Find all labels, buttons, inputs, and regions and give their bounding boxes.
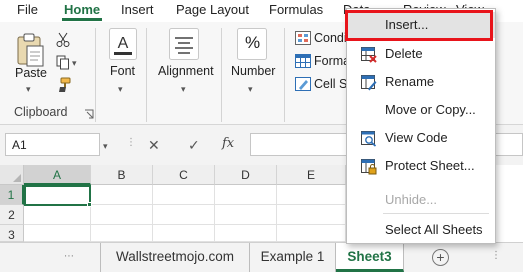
format-as-table-label[interactable]: Forma xyxy=(314,54,350,68)
formula-bar-grip-icon: ⋮ xyxy=(126,137,137,148)
svg-text:A: A xyxy=(118,35,129,52)
cell-c1[interactable] xyxy=(153,185,215,205)
cancel-entry-icon[interactable]: ✕ xyxy=(148,137,160,154)
enter-check-icon[interactable]: ✓ xyxy=(188,137,200,154)
insert-function-icon[interactable]: fx xyxy=(222,136,234,151)
cell-a3[interactable] xyxy=(24,225,91,242)
sheet-tab-bar: ⋯ Wallstreetmojo.com Example 1 Sheet3 + … xyxy=(0,242,523,272)
select-all-corner[interactable] xyxy=(0,165,24,185)
sheet-tab-sheet3[interactable]: Sheet3 xyxy=(336,243,404,272)
rename-sheet-icon xyxy=(360,74,377,91)
active-tab-indicator xyxy=(62,18,102,21)
sheet-tab-wallstreetmojo[interactable]: Wallstreetmojo.com xyxy=(100,243,250,272)
menu-item-view-code[interactable]: View Code xyxy=(347,125,495,151)
column-header-d[interactable]: D xyxy=(215,165,277,185)
delete-sheet-icon xyxy=(360,46,377,63)
new-sheet-plus-icon[interactable]: + xyxy=(432,249,449,266)
alignment-chevron-icon[interactable]: ▾ xyxy=(181,84,186,95)
row-header-3[interactable]: 3 xyxy=(0,225,24,242)
ribbon-separator xyxy=(95,28,96,122)
font-label[interactable]: Font xyxy=(110,64,135,78)
dialog-launcher-icon[interactable] xyxy=(84,107,94,122)
menu-item-move-copy[interactable]: Move or Copy... xyxy=(347,97,495,123)
copy-chevron-icon[interactable]: ▾ xyxy=(72,58,77,69)
menu-separator xyxy=(383,213,489,214)
format-painter-icon[interactable] xyxy=(55,77,71,96)
cell-d2[interactable] xyxy=(215,205,277,225)
active-cell-border xyxy=(24,185,91,206)
menu-item-rename-label: Rename xyxy=(385,74,435,89)
cell-a2[interactable] xyxy=(24,205,91,225)
view-code-icon xyxy=(360,130,377,147)
highlight-box xyxy=(345,10,493,41)
cell-c3[interactable] xyxy=(153,225,215,242)
row-header-1[interactable]: 1 xyxy=(0,185,24,205)
alignment-icon[interactable] xyxy=(169,28,199,63)
column-header-b[interactable]: B xyxy=(91,165,153,185)
tab-page-layout[interactable]: Page Layout xyxy=(176,2,249,17)
menu-item-move-copy-label: Move or Copy... xyxy=(385,102,476,117)
conditional-formatting-icon[interactable] xyxy=(295,31,311,48)
row-header-2[interactable]: 2 xyxy=(0,205,24,225)
cell-b1[interactable] xyxy=(91,185,153,205)
menu-item-protect-sheet-label: Protect Sheet... xyxy=(385,158,475,173)
paste-chevron-icon[interactable]: ▾ xyxy=(26,84,31,95)
fill-handle[interactable] xyxy=(87,202,92,207)
menu-item-select-all-sheets-label: Select All Sheets xyxy=(385,222,483,237)
font-chevron-icon[interactable]: ▾ xyxy=(118,84,123,95)
menu-item-protect-sheet[interactable]: Protect Sheet... xyxy=(347,153,495,179)
tab-formulas[interactable]: Formulas xyxy=(269,2,323,17)
sheet-tab-example-1[interactable]: Example 1 xyxy=(250,243,336,272)
menu-item-rename[interactable]: Rename xyxy=(347,69,495,95)
ribbon-separator xyxy=(284,28,285,122)
cell-d3[interactable] xyxy=(215,225,277,242)
select-all-triangle-icon xyxy=(13,174,21,182)
number-chevron-icon[interactable]: ▾ xyxy=(248,84,253,95)
name-box[interactable]: A1 xyxy=(5,133,100,156)
paste-label[interactable]: Paste xyxy=(15,66,47,80)
percent-symbol: % xyxy=(245,33,261,52)
protect-sheet-icon xyxy=(360,158,377,175)
column-header-c[interactable]: C xyxy=(153,165,215,185)
cell-e3[interactable] xyxy=(277,225,346,242)
tab-home[interactable]: Home xyxy=(64,2,100,17)
sheet-context-menu: Insert... Delete Rename Move or Copy... … xyxy=(346,8,496,244)
tab-file[interactable]: File xyxy=(17,2,38,17)
menu-item-unhide: Unhide... xyxy=(347,187,495,213)
cell-c2[interactable] xyxy=(153,205,215,225)
menu-item-view-code-label: View Code xyxy=(385,130,448,145)
tab-insert[interactable]: Insert xyxy=(121,2,154,17)
clipboard-group-label: Clipboard xyxy=(14,105,68,119)
font-icon[interactable]: A xyxy=(109,28,137,63)
ribbon-separator xyxy=(221,28,222,122)
menu-item-unhide-label: Unhide... xyxy=(385,192,438,207)
sheet-scroll-dots-icon[interactable]: ⋯ xyxy=(64,251,75,262)
ribbon-separator xyxy=(146,28,147,122)
cut-icon[interactable] xyxy=(56,32,70,51)
menu-item-delete[interactable]: Delete xyxy=(347,41,495,67)
cell-e2[interactable] xyxy=(277,205,346,225)
format-as-table-icon[interactable] xyxy=(295,54,311,71)
copy-icon[interactable] xyxy=(56,55,70,73)
name-box-chevron-icon[interactable]: ▾ xyxy=(103,141,108,152)
column-header-e[interactable]: E xyxy=(277,165,346,185)
conditional-formatting-label[interactable]: Condi xyxy=(314,31,347,45)
alignment-label[interactable]: Alignment xyxy=(158,64,214,78)
cell-b3[interactable] xyxy=(91,225,153,242)
cell-b2[interactable] xyxy=(91,205,153,225)
column-header-a[interactable]: A xyxy=(24,165,91,185)
menu-item-delete-label: Delete xyxy=(385,46,423,61)
sheet-more-dots-icon[interactable]: ⋮ xyxy=(491,250,502,261)
menu-item-select-all-sheets[interactable]: Select All Sheets xyxy=(347,217,495,243)
cell-d1[interactable] xyxy=(215,185,277,205)
number-label[interactable]: Number xyxy=(231,64,275,78)
cell-e1[interactable] xyxy=(277,185,346,205)
cell-styles-icon[interactable] xyxy=(295,77,311,94)
